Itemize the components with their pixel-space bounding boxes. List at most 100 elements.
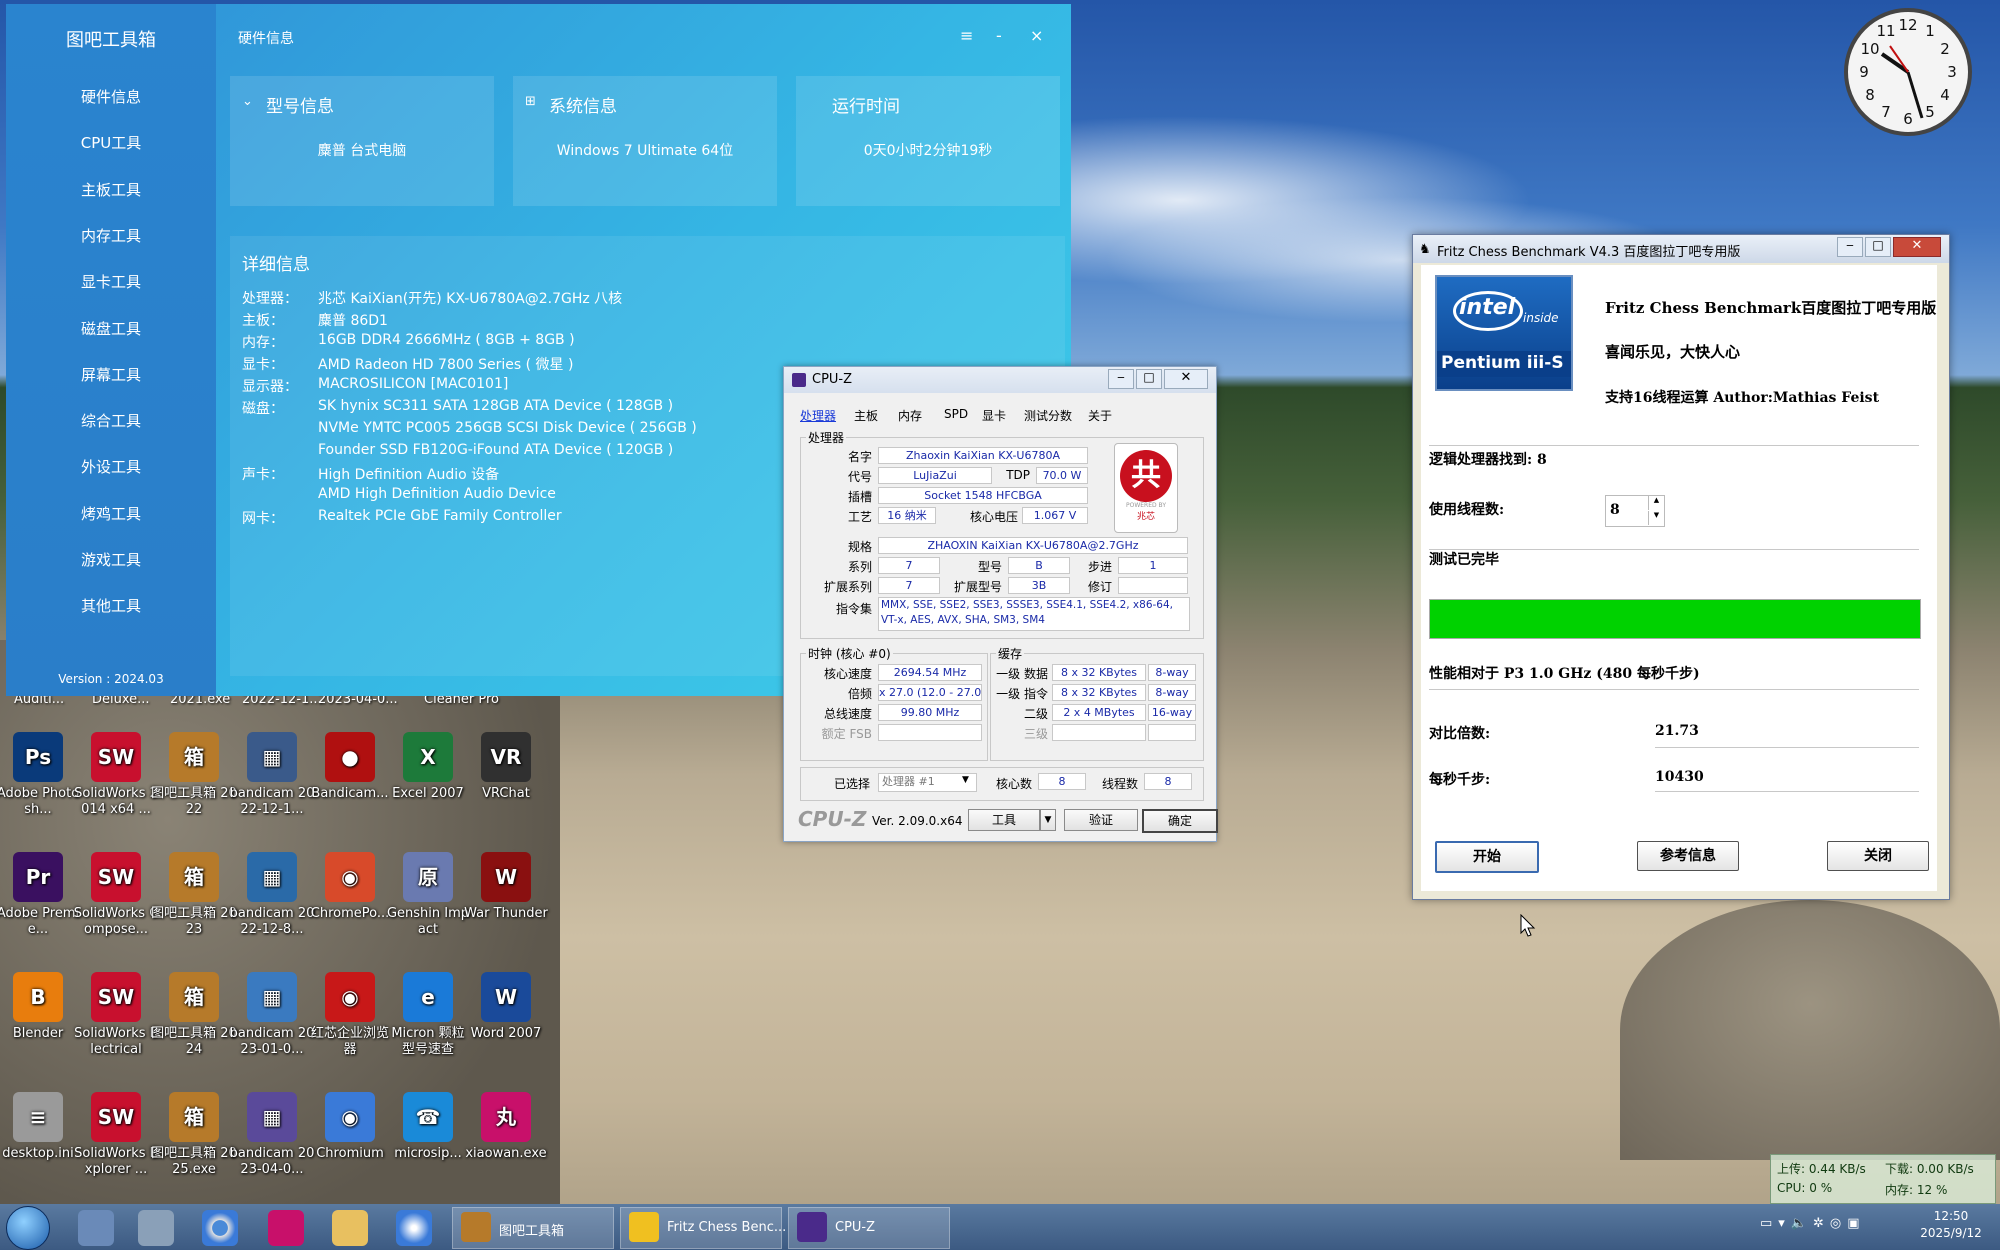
nav-item[interactable]: 综合工具 xyxy=(6,410,216,431)
multiplier-field: x 27.0 (12.0 - 27.0) xyxy=(878,684,982,701)
icon-label: Micron 颗粒型号速查 xyxy=(391,1026,465,1057)
label: 修订 xyxy=(1087,580,1112,594)
cpuz-titlebar[interactable]: CPU-Z ‒ □ ✕ xyxy=(784,367,1216,393)
desktop-icon[interactable]: ◉ ChromePo... xyxy=(307,852,393,922)
spinner-up-icon[interactable]: ▲ xyxy=(1648,496,1664,510)
kns-label: 每秒千步: xyxy=(1429,772,1491,788)
minimize-button[interactable]: - xyxy=(996,26,1002,45)
minimize-icon[interactable]: ‒ xyxy=(1108,369,1134,389)
cpuz-tab[interactable]: 显卡 xyxy=(982,407,1006,424)
threads-spinner[interactable]: 8 ▲ ▼ xyxy=(1605,495,1665,527)
start-button[interactable] xyxy=(6,1206,50,1250)
nav-item[interactable]: 其他工具 xyxy=(6,595,216,616)
network-icon[interactable] xyxy=(138,1210,174,1246)
svg-text:2: 2 xyxy=(1940,40,1950,58)
fritz-header-3: 支持16线程运算 Author:Mathias Feist xyxy=(1605,390,1880,406)
close-icon[interactable]: ✕ xyxy=(1893,237,1941,257)
close-button[interactable]: 关闭 xyxy=(1827,841,1929,871)
desktop-icon[interactable]: 箱图吧工具箱 2023 xyxy=(151,852,237,938)
nav-item[interactable]: 外设工具 xyxy=(6,456,216,477)
chrome-icon[interactable] xyxy=(202,1210,238,1246)
taskbar-task[interactable]: 图吧工具箱 xyxy=(452,1207,614,1249)
reference-info-button[interactable]: 参考信息 xyxy=(1637,841,1739,871)
desktop-icon[interactable]: ▦ bandicam 2022-12-1... xyxy=(229,732,315,818)
label: 二级 xyxy=(1023,707,1048,721)
cpuz-tab[interactable]: 主板 xyxy=(854,407,878,424)
tray-clock[interactable]: 12:50 2025/9/12 xyxy=(1906,1208,1996,1242)
taskbar-task[interactable]: CPU-Z xyxy=(788,1207,950,1249)
desktop-icon[interactable]: ▦ bandicam 2023-01-0... xyxy=(229,972,315,1058)
desktop-icon[interactable]: X Excel 2007 xyxy=(385,732,471,802)
folder-icon[interactable] xyxy=(332,1210,368,1246)
nav-item[interactable]: 磁盘工具 xyxy=(6,318,216,339)
tool-version: Version : 2024.03 xyxy=(58,672,164,686)
desktop-icon[interactable]: ◉ 红芯企业浏览器 xyxy=(307,972,393,1058)
svg-text:6: 6 xyxy=(1903,110,1913,128)
desktop-icon[interactable]: Pr Adobe Premie... xyxy=(0,852,81,938)
icon-label: ChromePo... xyxy=(310,906,390,921)
fritz-titlebar[interactable]: ♞ Fritz Chess Benchmark V4.3 百度图拉丁吧专用版 ‒… xyxy=(1413,235,1949,263)
desktop-icon[interactable]: SW SolidWorks Explorer ... xyxy=(73,1092,159,1178)
desktop-icon[interactable]: 箱图吧工具箱 2025.exe xyxy=(151,1092,237,1178)
menu-button[interactable]: ≡ xyxy=(960,26,973,45)
desktop-icon[interactable]: SW SolidWorks Compose... xyxy=(73,852,159,938)
browser-icon[interactable] xyxy=(396,1210,432,1246)
spinner-down-icon[interactable]: ▼ xyxy=(1648,511,1664,525)
minimize-icon[interactable]: ‒ xyxy=(1837,237,1863,257)
tools-button[interactable]: 工具 xyxy=(968,809,1040,831)
cpuz-tab[interactable]: 关于 xyxy=(1088,407,1112,424)
desktop-icon[interactable]: 箱图吧工具箱 2024 xyxy=(151,972,237,1058)
nav-item[interactable]: 显卡工具 xyxy=(6,271,216,292)
desktop-icon[interactable]: ▦ bandicam 2023-04-0... xyxy=(229,1092,315,1178)
cpuz-tab[interactable]: 内存 xyxy=(898,407,922,424)
nav-item[interactable]: 硬件信息 xyxy=(6,86,216,107)
maximize-icon[interactable]: □ xyxy=(1136,369,1162,389)
card-value: Windows 7 Ultimate 64位 xyxy=(556,143,734,159)
desktop-icon[interactable]: B Blender xyxy=(0,972,81,1042)
app-icon: W xyxy=(481,972,531,1022)
desktop-icon[interactable]: W War Thunder xyxy=(463,852,549,922)
detail-value: High Definition Audio 设备 xyxy=(318,467,500,483)
nav-item[interactable]: 内存工具 xyxy=(6,225,216,246)
nav-item[interactable]: CPU工具 xyxy=(6,132,216,153)
code-name-field: LuJiaZui xyxy=(878,467,992,484)
cpuz-tab[interactable]: 测试分数 xyxy=(1024,407,1072,424)
desktop-icon[interactable]: ● Bandicam... xyxy=(307,732,393,802)
desktop-icon[interactable]: ◉ Chromium xyxy=(307,1092,393,1162)
desktop-icon[interactable]: 原 Genshin Impact xyxy=(385,852,471,938)
maximize-icon[interactable]: □ xyxy=(1865,237,1891,257)
desktop-icon[interactable]: SW SolidWorks 2014 x64 ... xyxy=(73,732,159,818)
l2-way-field: 16-way xyxy=(1148,704,1196,721)
chevron-down-icon[interactable]: ▼ xyxy=(962,775,969,785)
nav-item[interactable]: 屏幕工具 xyxy=(6,364,216,385)
nav-item[interactable]: 游戏工具 xyxy=(6,549,216,570)
desktop-icon[interactable]: W Word 2007 xyxy=(463,972,549,1042)
desktop-icon[interactable]: ≡ desktop.ini xyxy=(0,1092,81,1162)
network-monitor: 上传: 0.44 KB/s 下载: 0.00 KB/s CPU: 0 % 内存:… xyxy=(1770,1154,1996,1204)
app-icon: SW xyxy=(91,972,141,1022)
memory-usage: 内存: 12 % xyxy=(1885,1183,1948,1197)
nav-item[interactable]: 烤鸡工具 xyxy=(6,503,216,524)
desktop-icon[interactable]: ▦ bandicam 2022-12-8... xyxy=(229,852,315,938)
cpuz-tab[interactable]: SPD xyxy=(944,407,968,421)
chevron-down-icon[interactable]: ▼ xyxy=(1040,809,1056,831)
close-icon[interactable]: ✕ xyxy=(1164,369,1208,389)
start-button[interactable]: 开始 xyxy=(1435,841,1539,873)
desktop-icon[interactable]: ☎ microsip... xyxy=(385,1092,471,1162)
close-button[interactable]: × xyxy=(1030,26,1043,45)
validate-button[interactable]: 验证 xyxy=(1064,809,1138,831)
desktop-icon[interactable]: 箱图吧工具箱 2022 xyxy=(151,732,237,818)
upload-speed: 上传: 0.44 KB/s xyxy=(1777,1162,1866,1176)
nav-item[interactable]: 主板工具 xyxy=(6,179,216,200)
ok-button[interactable]: 确定 xyxy=(1142,809,1218,833)
detail-key: 声卡： xyxy=(242,467,284,483)
desktop-icon[interactable]: e Micron 颗粒型号速查 xyxy=(385,972,471,1058)
xiaowan-icon[interactable] xyxy=(268,1210,304,1246)
taskbar-task[interactable]: Fritz Chess Benc... xyxy=(620,1207,786,1249)
desktop-icon[interactable]: 丸 xiaowan.exe xyxy=(463,1092,549,1162)
cpuz-tab[interactable]: 处理器 xyxy=(800,407,836,424)
desktop-icon[interactable]: SW SolidWorks Electrical xyxy=(73,972,159,1058)
desktop-icon[interactable]: Ps Adobe Photosh... xyxy=(0,732,81,818)
computer-icon[interactable] xyxy=(78,1210,114,1246)
desktop-icon[interactable]: VR VRChat xyxy=(463,732,549,802)
